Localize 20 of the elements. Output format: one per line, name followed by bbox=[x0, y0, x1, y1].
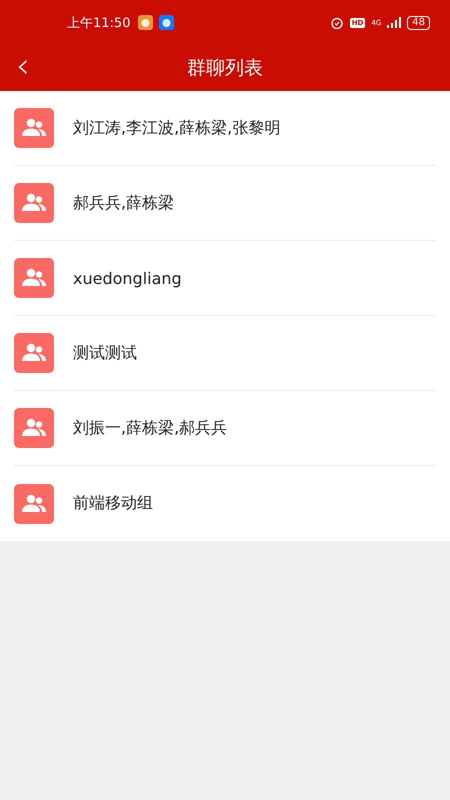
status-time: 上午11:50 bbox=[67, 14, 130, 32]
group-name[interactable]: xuedongliang bbox=[73, 268, 182, 288]
group-name[interactable]: 郝兵兵,薛栋梁 bbox=[73, 192, 174, 214]
battery-level: 48 bbox=[407, 16, 430, 30]
app-icon bbox=[159, 15, 174, 30]
group-name[interactable]: 前端移动组 bbox=[73, 493, 153, 514]
group-avatar-icon bbox=[14, 333, 54, 373]
group-avatar-icon bbox=[14, 484, 54, 524]
alarm-icon bbox=[330, 16, 344, 30]
app-icon bbox=[138, 15, 154, 30]
group-avatar-icon bbox=[14, 258, 54, 298]
page-title: 群聊列表 bbox=[187, 56, 263, 81]
signal-icon bbox=[387, 17, 402, 28]
group-name[interactable]: 刘振一,薛栋梁,郝兵兵 bbox=[73, 418, 228, 438]
group-avatar-icon bbox=[14, 408, 54, 448]
group-name[interactable]: 刘江涛,李江波,薛栋梁,张黎明 bbox=[73, 118, 280, 138]
group-avatar-icon bbox=[14, 183, 54, 223]
back-button[interactable]: ‹ bbox=[10, 49, 36, 83]
group-name[interactable]: 测试测试 bbox=[73, 342, 137, 364]
group-avatar-icon bbox=[14, 108, 54, 148]
